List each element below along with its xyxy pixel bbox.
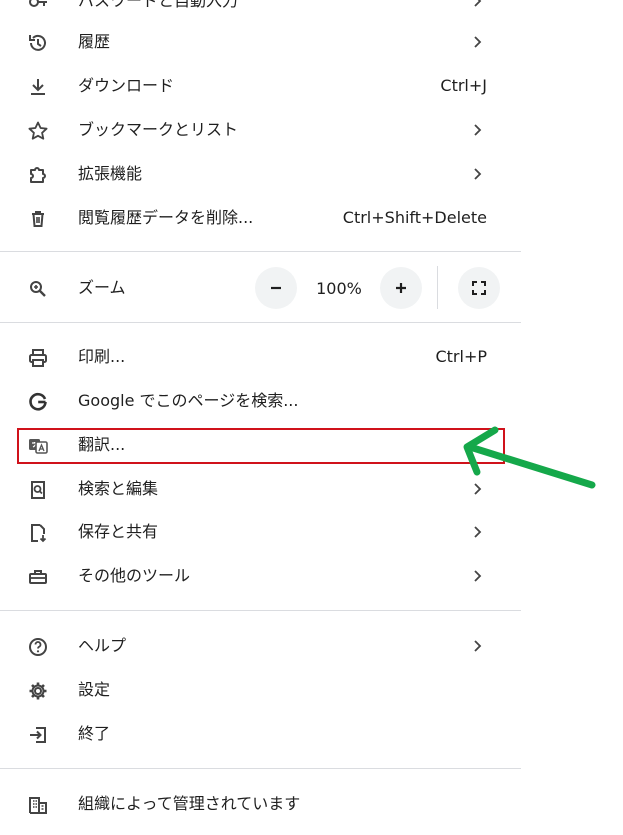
menu-item-label: 設定 bbox=[78, 680, 111, 699]
toolbox-icon bbox=[27, 566, 49, 588]
menu-divider bbox=[0, 768, 521, 769]
fullscreen-icon bbox=[472, 281, 486, 295]
menu-item-find-and-edit[interactable]: 検索と編集 bbox=[0, 469, 521, 509]
menu-item-passwords[interactable]: パスワードと自動入力 bbox=[0, 0, 521, 21]
fullscreen-button[interactable] bbox=[458, 267, 500, 309]
chevron-right-icon bbox=[470, 0, 486, 9]
menu-item-label: ダウンロード bbox=[78, 76, 175, 95]
shortcut-label: Ctrl+J bbox=[440, 76, 487, 95]
menu-item-label: ブックマークとリスト bbox=[78, 120, 239, 139]
chevron-right-icon bbox=[470, 34, 486, 50]
plus-icon bbox=[396, 283, 406, 293]
menu-item-label: その他のツール bbox=[78, 566, 191, 585]
highlight-box bbox=[17, 428, 505, 464]
menu-item-help[interactable]: ヘルプ bbox=[0, 626, 521, 666]
menu-item-label: 組織によって管理されています bbox=[78, 794, 301, 813]
menu-item-label: ヘルプ bbox=[78, 636, 127, 655]
zoom-label: ズーム bbox=[78, 278, 126, 297]
menu-item-label: Google でこのページを検索... bbox=[78, 391, 299, 410]
menu-item-downloads[interactable]: ダウンロード Ctrl+J bbox=[0, 66, 521, 106]
menu-item-label: 検索と編集 bbox=[78, 479, 159, 498]
shortcut-label: Ctrl+Shift+Delete bbox=[342, 208, 487, 227]
zoom-icon bbox=[27, 278, 49, 300]
google-icon bbox=[27, 391, 49, 413]
menu-item-label: 閲覧履歴データを削除... bbox=[78, 208, 254, 227]
printer-icon bbox=[27, 347, 49, 369]
menu-item-google-search[interactable]: Google でこのページを検索... bbox=[0, 381, 521, 421]
menu-divider bbox=[0, 322, 521, 323]
menu-item-label: 保存と共有 bbox=[78, 522, 159, 541]
exit-icon bbox=[27, 724, 49, 746]
menu-item-label: 終了 bbox=[78, 724, 111, 743]
zoom-level: 100% bbox=[316, 279, 362, 298]
trash-icon bbox=[27, 208, 49, 230]
key-icon bbox=[27, 0, 49, 13]
minus-icon bbox=[271, 286, 281, 290]
menu-item-bookmarks[interactable]: ブックマークとリスト bbox=[0, 110, 521, 150]
menu-item-more-tools[interactable]: その他のツール bbox=[0, 556, 521, 596]
menu-item-settings[interactable]: 設定 bbox=[0, 670, 521, 710]
chevron-right-icon bbox=[470, 524, 486, 540]
chrome-main-menu: パスワードと自動入力 履歴 ダウンロード Ctrl+J ブックマークとリスト 拡… bbox=[0, 0, 521, 835]
green-arrow-annotation bbox=[455, 420, 605, 500]
building-icon bbox=[27, 794, 49, 816]
menu-item-save-and-share[interactable]: 保存と共有 bbox=[0, 512, 521, 552]
history-icon bbox=[27, 32, 49, 54]
help-icon bbox=[27, 636, 49, 658]
menu-item-label: 拡張機能 bbox=[78, 164, 143, 183]
chevron-right-icon bbox=[470, 568, 486, 584]
gear-icon bbox=[27, 680, 49, 702]
puzzle-icon bbox=[27, 164, 49, 186]
menu-item-clear-browsing-data[interactable]: 閲覧履歴データを削除... Ctrl+Shift+Delete bbox=[0, 198, 521, 238]
chevron-right-icon bbox=[470, 638, 486, 654]
zoom-in-button[interactable] bbox=[380, 267, 422, 309]
chevron-right-icon bbox=[470, 122, 486, 138]
zoom-separator bbox=[437, 266, 438, 309]
chevron-right-icon bbox=[470, 166, 486, 182]
menu-item-label: パスワードと自動入力 bbox=[78, 0, 239, 10]
menu-item-history[interactable]: 履歴 bbox=[0, 22, 521, 62]
zoom-out-button[interactable] bbox=[255, 267, 297, 309]
download-icon bbox=[27, 76, 49, 98]
menu-item-print[interactable]: 印刷... Ctrl+P bbox=[0, 337, 521, 377]
menu-item-managed-by-organization[interactable]: 組織によって管理されています bbox=[0, 784, 521, 824]
save-share-icon bbox=[27, 522, 49, 544]
menu-item-label: 履歴 bbox=[78, 32, 111, 51]
menu-divider bbox=[0, 610, 521, 611]
shortcut-label: Ctrl+P bbox=[435, 347, 487, 366]
menu-item-exit[interactable]: 終了 bbox=[0, 714, 521, 754]
menu-item-extensions[interactable]: 拡張機能 bbox=[0, 154, 521, 194]
menu-item-label: 印刷... bbox=[78, 347, 126, 366]
menu-divider bbox=[0, 251, 521, 252]
find-icon bbox=[27, 479, 49, 501]
star-icon bbox=[27, 120, 49, 142]
